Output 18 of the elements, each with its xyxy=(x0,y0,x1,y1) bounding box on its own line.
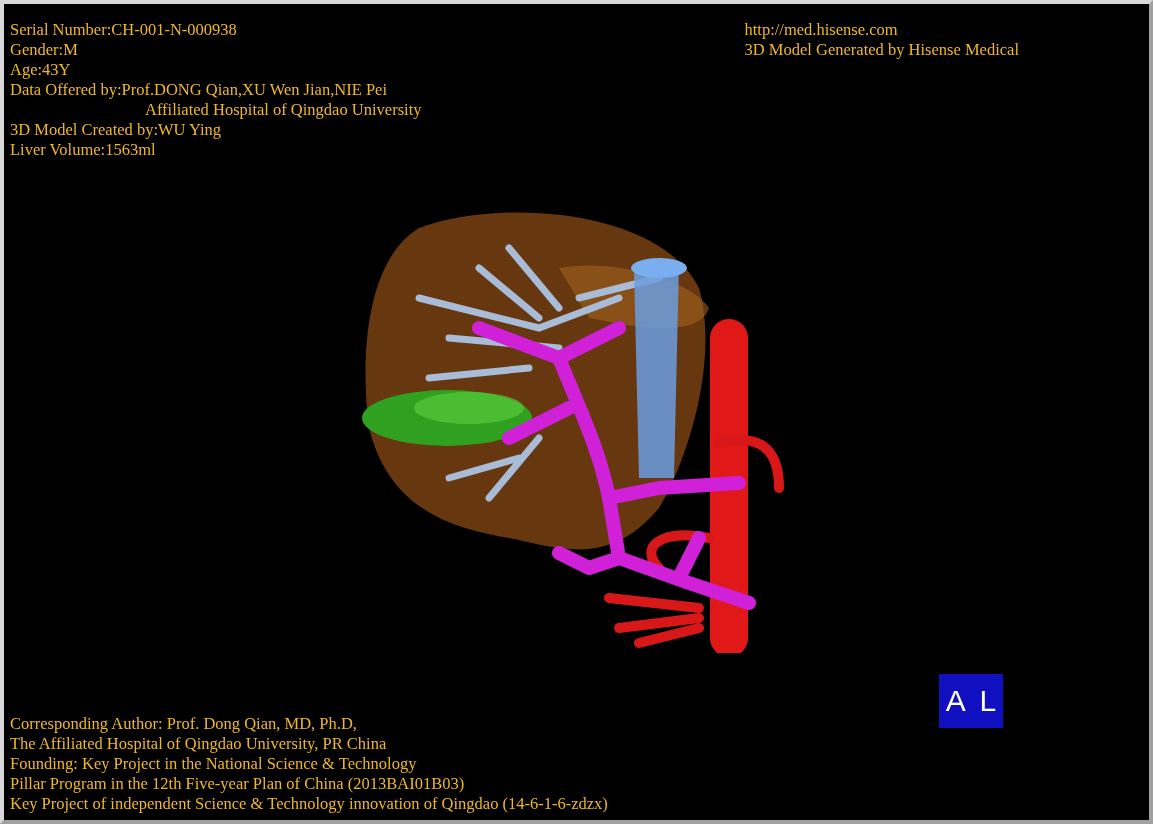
info-text: Founding: Key Project in the National Science & Technology xyxy=(10,754,418,774)
info-text: Serial Number:CH-001-N-000938 xyxy=(10,20,238,40)
info-text: Affiliated Hospital of Qingdao University xyxy=(144,100,422,120)
info-text: Pillar Program in the 12th Five-year Plan of China (2013BAI01B03) xyxy=(10,774,466,794)
info-text: Corresponding Author: Prof. Dong Qian, MD, Ph.D, xyxy=(10,714,358,734)
info-text: http://med.hisense.com xyxy=(744,20,899,40)
info-text: 3D Model Created by:WU Ying xyxy=(10,120,223,140)
orientation-cube[interactable]: A L xyxy=(939,674,1003,728)
info-text: Key Project of independent Science & Technology innovation of Qingdao (14-6-1-6-zdzx) xyxy=(10,794,608,814)
cube-label: A xyxy=(945,686,966,716)
info-text: Age:43Y xyxy=(10,60,72,80)
info-text: 3D Model Generated by Hisense Medical xyxy=(744,40,1019,60)
cube-label: L xyxy=(979,686,997,716)
info-text: Gender:M xyxy=(10,40,79,60)
info-text: The Affiliated Hospital of Qingdao University, PR China xyxy=(10,734,388,754)
viewer-viewport[interactable] xyxy=(0,0,1153,824)
info-text: Data Offered by:Prof.DONG Qian,XU Wen Jian,NIE Pei xyxy=(10,80,389,100)
info-text: Liver Volume:1563ml xyxy=(10,140,157,160)
